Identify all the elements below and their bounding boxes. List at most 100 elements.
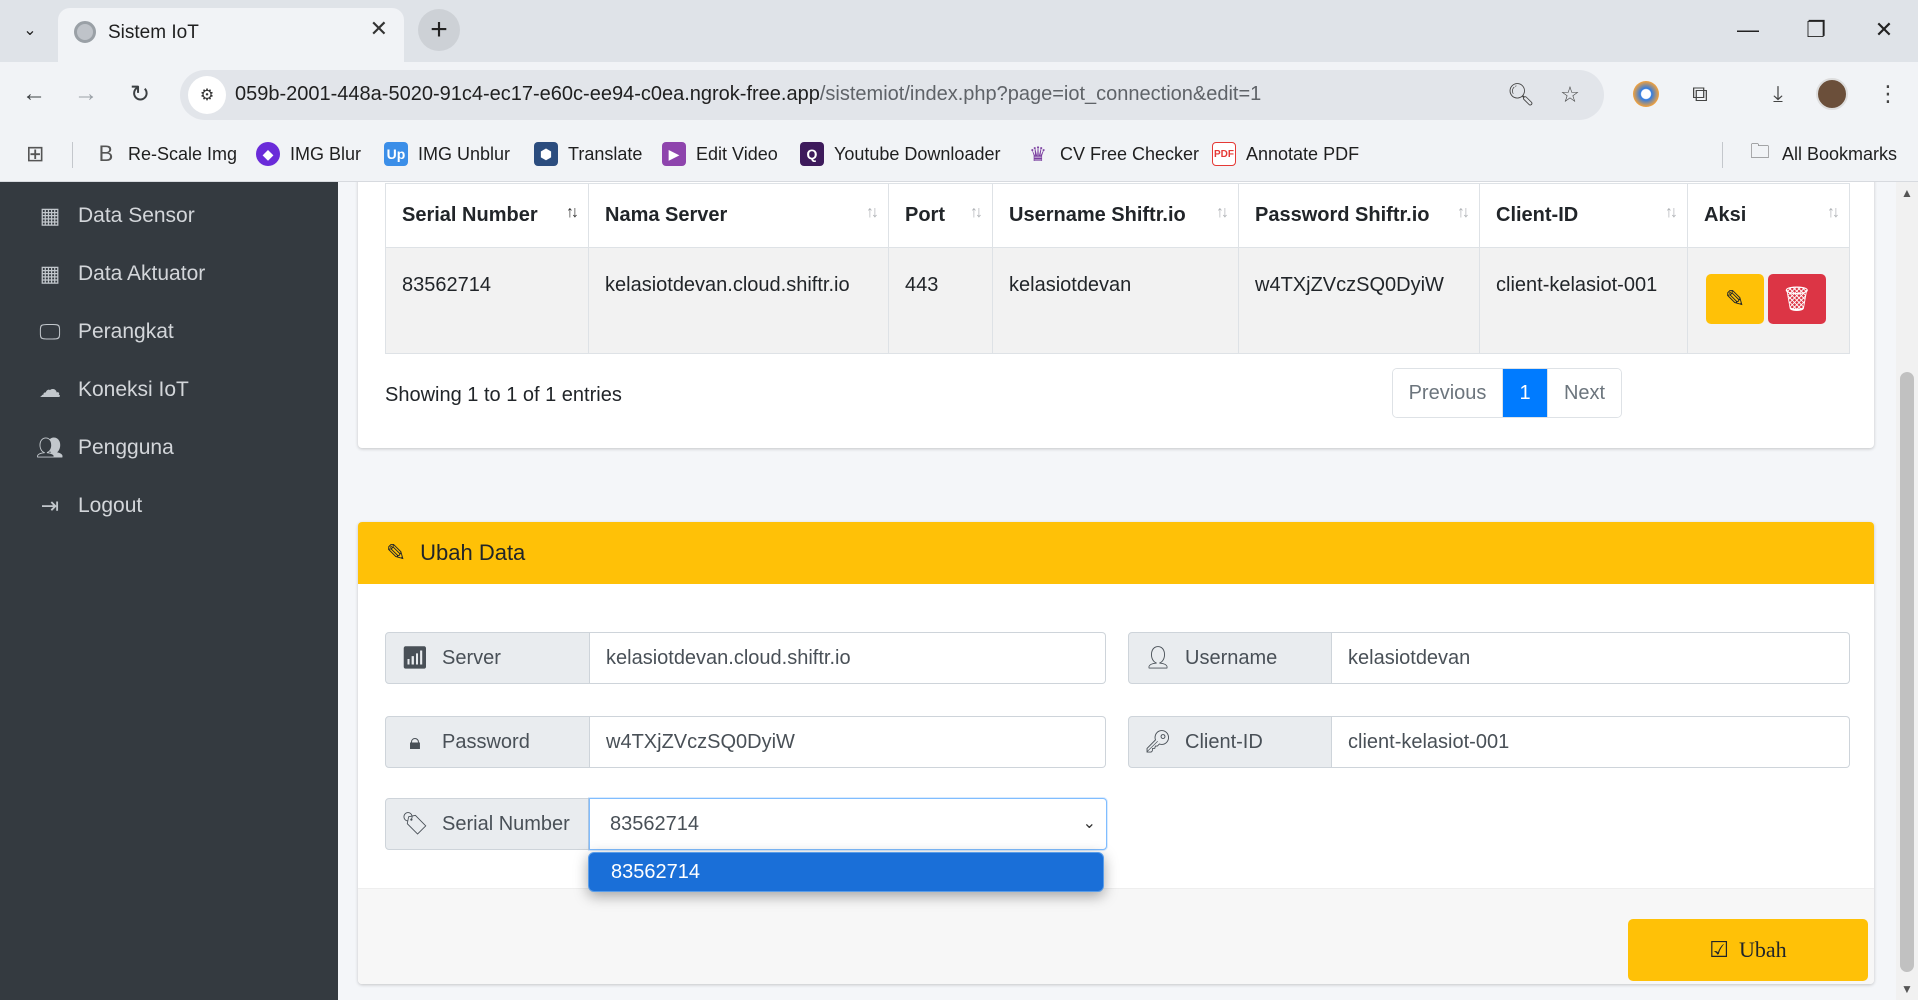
submit-ubah-button[interactable]: ☑ Ubah [1628, 919, 1868, 981]
grid-icon: ▦ [39, 261, 61, 286]
edit-button[interactable]: ✎ [1706, 274, 1764, 324]
extension-shield-icon[interactable] [1628, 76, 1664, 112]
back-arrow-icon[interactable]: ← [16, 76, 52, 112]
clientid-input[interactable]: client-kelasiot-001 [1332, 716, 1850, 768]
username-label: 👤︎ Username [1128, 632, 1332, 684]
tab-search-chevron-icon[interactable]: ⌄ [14, 14, 46, 46]
monitor-icon: 🖵 [39, 319, 61, 344]
download-icon[interactable]: ⤓ [1760, 76, 1796, 112]
serial-label-text: Serial Number [442, 812, 570, 835]
column-header-password[interactable]: Password Shiftr.io ↑↓ [1238, 183, 1480, 248]
trash-icon: 🗑︎ [1781, 285, 1813, 313]
sidebar-item-pengguna[interactable]: 👥︎ Pengguna [36, 428, 174, 468]
serial-number-select[interactable]: 83562714 ⌄ [589, 798, 1107, 850]
pagination: Previous 1 Next [1392, 368, 1622, 418]
bookmark-annotate-pdf[interactable]: PDF Annotate PDF [1212, 140, 1359, 168]
editvideo-icon: ▶ [662, 142, 686, 166]
scroll-thumb[interactable] [1900, 372, 1914, 972]
forward-arrow-icon[interactable]: → [68, 76, 104, 112]
edit-form-card: ✎ Ubah Data 📶︎ Server kelasiotdevan.cloud… [358, 522, 1874, 984]
star-bookmark-icon[interactable]: ☆ [1555, 80, 1585, 110]
header-label: Password Shiftr.io [1255, 204, 1430, 226]
column-header-port[interactable]: Port ↑↓ [888, 183, 993, 248]
page-scrollbar[interactable]: ▲ ▼ [1896, 182, 1918, 1000]
header-label: Nama Server [605, 204, 728, 226]
serial-option[interactable]: 83562714 [588, 852, 1104, 892]
scroll-down-arrow-icon[interactable]: ▼ [1901, 982, 1913, 996]
column-header-username[interactable]: Username Shiftr.io ↑↓ [992, 183, 1239, 248]
folder-icon: 🗀 [1750, 141, 1770, 163]
pagination-next[interactable]: Next [1547, 369, 1621, 417]
bookmark-translate[interactable]: ⬢ Translate [534, 140, 642, 168]
bookmark-rescale[interactable]: B Re-Scale Img [94, 140, 237, 168]
bookmark-imgblur[interactable]: ◆ IMG Blur [256, 140, 361, 168]
bookmark-label: Youtube Downloader [834, 143, 1001, 164]
close-tab-icon[interactable]: ✕ [370, 18, 388, 40]
submit-label: Ubah [1739, 937, 1787, 962]
browser-tab[interactable]: Sistem IoT ✕ [58, 8, 404, 62]
clientid-label-text: Client-ID [1185, 730, 1263, 753]
url-path: /sistemiot/index.php?page=iot_connection… [819, 83, 1262, 105]
password-input[interactable]: w4TXjZVczSQ0DyiW [590, 716, 1106, 768]
column-header-serial-number[interactable]: Serial Number ↑↓ [385, 183, 589, 248]
scroll-up-arrow-icon[interactable]: ▲ [1901, 186, 1913, 200]
header-label: Username Shiftr.io [1009, 204, 1186, 226]
password-label-text: Password [442, 730, 530, 753]
form-title: Ubah Data [420, 540, 526, 565]
sidebar-item-label: Koneksi IoT [78, 378, 189, 401]
cloud-icon: ☁ [39, 377, 61, 402]
imgblur-icon: ◆ [256, 142, 280, 166]
url-text[interactable]: 059b-2001-448a-5020-91c4-ec17-e60c-ee94-… [235, 83, 1261, 106]
server-input[interactable]: kelasiotdevan.cloud.shiftr.io [590, 632, 1106, 684]
password-input-group: 🔒︎ Password w4TXjZVczSQ0DyiW [385, 716, 1106, 768]
user-icon: 👤︎ [1144, 645, 1172, 670]
username-input[interactable]: kelasiotdevan [1332, 632, 1850, 684]
header-label: Serial Number [402, 204, 538, 226]
sidebar-item-label: Data Sensor [78, 204, 195, 227]
kebab-menu-icon[interactable]: ⋮ [1870, 76, 1906, 112]
sidebar-item-logout[interactable]: ⇥ Logout [36, 486, 142, 526]
apps-grid-icon[interactable]: ⊞ [26, 140, 44, 168]
password-label: 🔒︎ Password [385, 716, 590, 768]
window-close-icon[interactable]: ✕ [1864, 12, 1904, 48]
server-label: 📶︎ Server [385, 632, 590, 684]
cell-password: w4TXjZVczSQ0DyiW [1238, 247, 1480, 354]
sidebar-item-data-aktuator[interactable]: ▦ Data Aktuator [36, 254, 206, 294]
profile-avatar[interactable] [1816, 78, 1848, 110]
bookmark-editvideo[interactable]: ▶ Edit Video [662, 140, 778, 168]
table-row: 83562714 kelasiotdevan.cloud.shiftr.io 4… [385, 247, 1850, 354]
pagination-previous[interactable]: Previous [1393, 369, 1503, 417]
reload-icon[interactable]: ↻ [122, 76, 158, 112]
header-label: Aksi [1704, 204, 1747, 226]
bookmark-imgunblur[interactable]: Up IMG Unblur [384, 140, 510, 168]
all-bookmarks[interactable]: 🗀 All Bookmarks [1748, 140, 1897, 168]
form-footer: ☑ Ubah [358, 888, 1874, 984]
zoom-icon[interactable]: 🔍︎ [1506, 80, 1536, 110]
extensions-puzzle-icon[interactable]: ⧉ [1682, 76, 1718, 112]
imgunblur-icon: Up [384, 142, 408, 166]
sidebar-item-perangkat[interactable]: 🖵 Perangkat [36, 312, 173, 352]
sort-icon: ↑↓ [866, 204, 879, 221]
tags-icon: 🏷︎ [401, 811, 429, 836]
new-tab-button[interactable]: + [418, 9, 460, 51]
cell-port: 443 [888, 247, 993, 354]
site-settings-icon[interactable]: ⚙ [188, 76, 226, 114]
delete-button[interactable]: 🗑︎ [1768, 274, 1826, 324]
column-header-nama-server[interactable]: Nama Server ↑↓ [588, 183, 889, 248]
form-header: ✎ Ubah Data [358, 522, 1874, 584]
column-header-aksi[interactable]: Aksi ↑↓ [1687, 183, 1850, 248]
address-bar[interactable]: ⚙ 059b-2001-448a-5020-91c4-ec17-e60c-ee9… [180, 70, 1604, 120]
column-header-client-id[interactable]: Client-ID ↑↓ [1479, 183, 1688, 248]
bookmark-youtube-downloader[interactable]: Q Youtube Downloader [800, 140, 1000, 168]
sort-icon: ↑↓ [1216, 204, 1229, 221]
restore-icon[interactable]: ❐ [1796, 12, 1836, 48]
lock-icon: 🔒︎ [409, 729, 421, 754]
header-label: Client-ID [1496, 204, 1579, 226]
sidebar-item-data-sensor[interactable]: ▦ Data Sensor [36, 196, 195, 236]
pagination-page-1[interactable]: 1 [1503, 369, 1547, 417]
sort-asc-icon: ↑↓ [566, 204, 579, 221]
minimize-icon[interactable]: — [1728, 12, 1768, 48]
sidebar-item-koneksi-iot[interactable]: ☁ Koneksi IoT [36, 370, 189, 410]
bookmark-cv-checker[interactable]: ♛ CV Free Checker [1026, 140, 1199, 168]
sidebar: ▦ Data Sensor ▦ Data Aktuator 🖵 Perangkat ☁… [0, 182, 338, 1000]
